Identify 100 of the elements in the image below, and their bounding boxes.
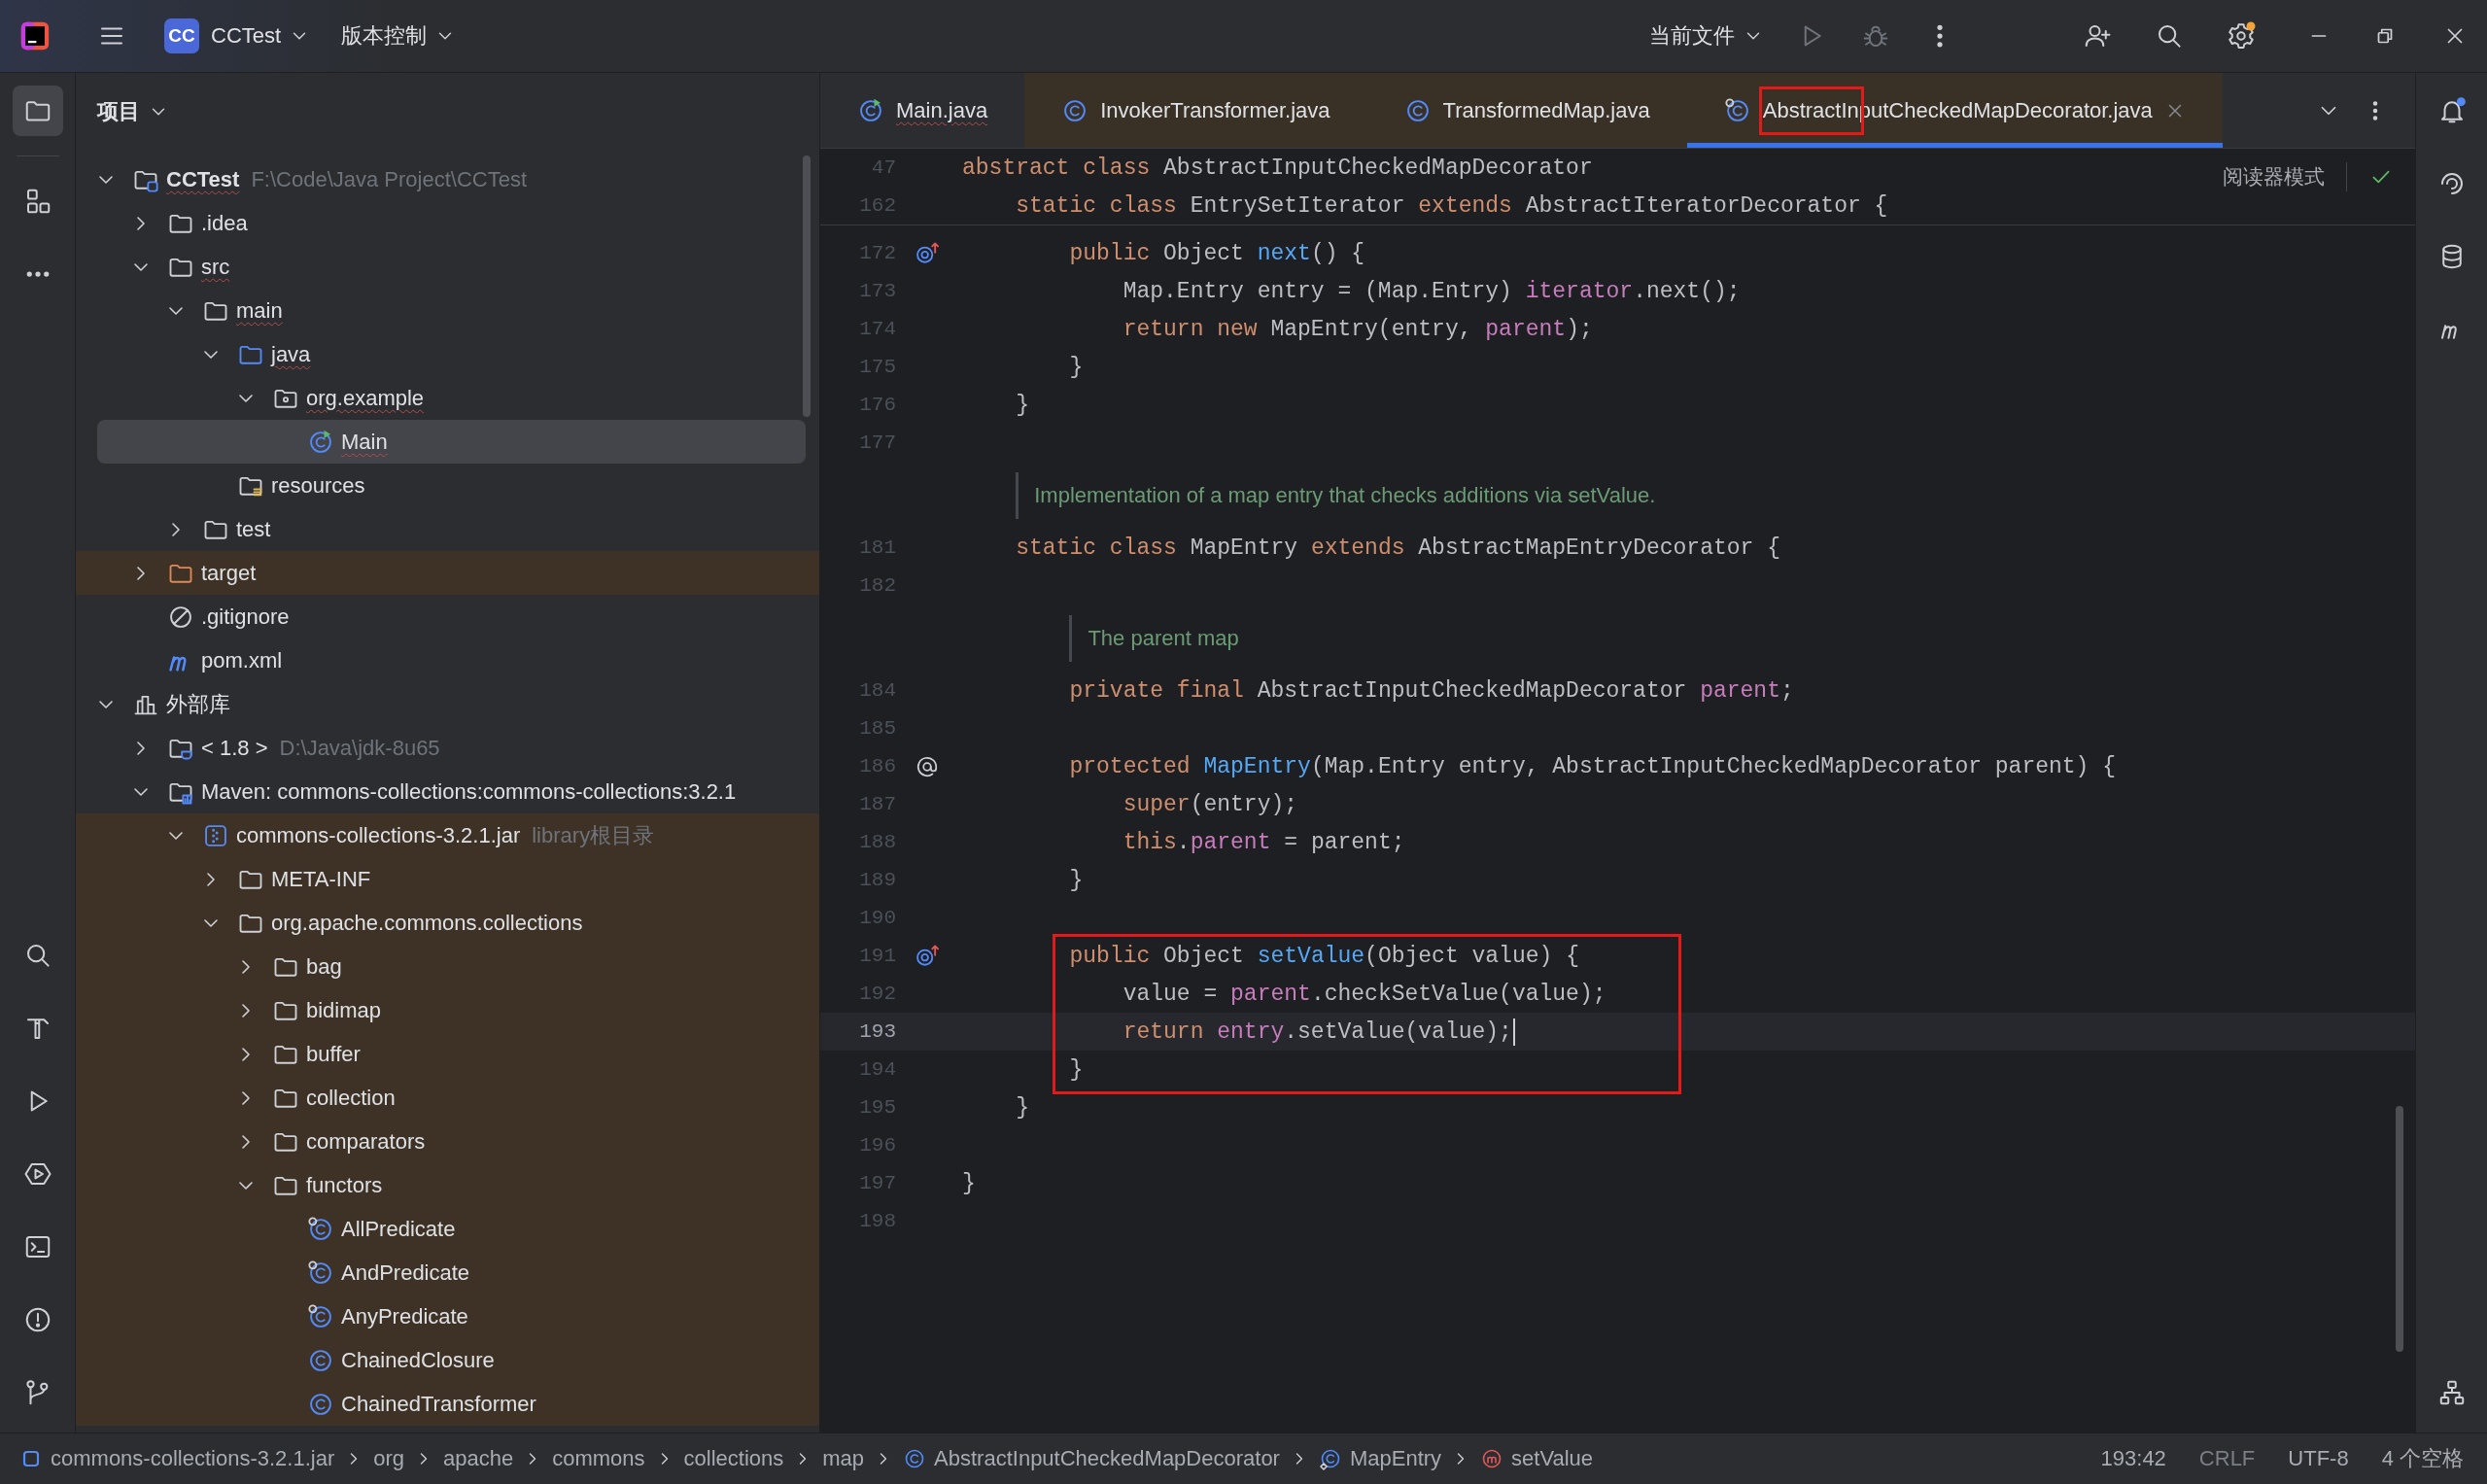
tree-row[interactable]: commons-collections-3.2.1.jar library根目录	[76, 813, 819, 857]
tree-row[interactable]: .idea	[76, 201, 819, 245]
class-icon	[1318, 1447, 1342, 1470]
breadcrumb-item[interactable]: setValue	[1480, 1446, 1594, 1471]
tree-item-label: 外部库	[166, 690, 230, 718]
editor-tab[interactable]: TransformedMap.java	[1366, 73, 1687, 148]
tree-item-label: .gitignore	[201, 604, 290, 630]
tree-item-label: bag	[306, 953, 342, 980]
tree-item-label: functors	[306, 1172, 383, 1198]
file-encoding[interactable]: UTF-8	[2288, 1444, 2349, 1473]
tree-row[interactable]: resources	[76, 464, 819, 507]
cursor-position[interactable]: 193:42	[2100, 1444, 2166, 1473]
breadcrumb-item[interactable]: apache	[443, 1446, 514, 1471]
tree-row[interactable]: functors	[76, 1163, 819, 1207]
tree-row[interactable]: org.example	[76, 376, 819, 420]
class-icon	[857, 96, 884, 124]
reader-mode-button[interactable]: 阅读器模式	[2223, 163, 2325, 190]
tree-row[interactable]: bidimap	[76, 988, 819, 1032]
code-line: }	[961, 1170, 976, 1196]
code-line: private final AbstractInputCheckedMapDecorator parent;	[1068, 677, 1794, 704]
tree-item-label: main	[236, 297, 283, 324]
code-line: }	[1068, 867, 1084, 893]
tree-row[interactable]: src	[76, 245, 819, 289]
tree-item-label: commons-collections-3.2.1.jar	[236, 822, 521, 848]
tree-row[interactable]: AllPredicate	[76, 1207, 819, 1251]
code-line: return entry.setValue(value);	[1122, 1018, 1512, 1045]
breadcrumb-item[interactable]: commons	[552, 1446, 645, 1471]
tree-item-label: buffer	[306, 1041, 361, 1067]
code-line: super(entry);	[1122, 791, 1298, 817]
tree-row[interactable]: test	[76, 507, 819, 551]
tree-item-label: target	[201, 560, 257, 586]
breadcrumb-item[interactable]: collections	[683, 1446, 784, 1471]
tree-row[interactable]: 外部库	[76, 682, 819, 726]
code-line: }	[1015, 1094, 1029, 1121]
run-configuration-menu[interactable]: 当前文件	[1649, 21, 1764, 51]
code-line: public Object next() {	[1068, 240, 1365, 266]
tree-row[interactable]: CCTest F:\Code\Java Project\CCTest	[76, 157, 819, 201]
class-icon	[307, 1215, 334, 1243]
tree-row[interactable]: pom.xml	[76, 638, 819, 682]
tree-item-label: pom.xml	[201, 647, 283, 673]
scrollbar[interactable]	[2396, 1106, 2403, 1352]
code-line: value = parent.checkSetValue(value);	[1122, 981, 1606, 1007]
breadcrumb-item[interactable]: MapEntry	[1318, 1446, 1442, 1471]
code-line: }	[1068, 1056, 1084, 1083]
tree-row[interactable]: target	[76, 551, 819, 595]
tree-row[interactable]: main	[76, 289, 819, 332]
tree-row[interactable]: collection	[76, 1076, 819, 1120]
scrollbar[interactable]	[803, 155, 811, 417]
code-line: Map.Entry entry = (Map.Entry) iterator.next();	[1122, 278, 1741, 304]
tree-row[interactable]: AnyPredicate	[76, 1294, 819, 1338]
tree-item-label: src	[201, 254, 230, 280]
indent-setting[interactable]: 4 个空格	[2381, 1444, 2464, 1473]
tree-row[interactable]: ChainedTransformer	[76, 1382, 819, 1426]
tree-item-label: org.example	[306, 385, 425, 411]
tree-item-label: META-INF	[271, 866, 371, 892]
project-view-menu[interactable]: 项目	[97, 97, 169, 126]
tree-row[interactable]: Main	[97, 420, 806, 464]
tree-item-hint: F:\Code\Java Project\CCTest	[251, 166, 528, 192]
tree-item-label: AndPredicate	[341, 1260, 470, 1286]
tree-row[interactable]: buffer	[76, 1032, 819, 1076]
code-line: abstract class AbstractInputCheckedMapDecorator	[961, 155, 1593, 181]
class-icon	[307, 428, 334, 456]
tree-item-hint: D:\Java\jdk-8u65	[279, 735, 440, 761]
breadcrumb-item[interactable]: map	[822, 1446, 865, 1471]
code-line: static class EntrySetIterator extends AbstractIteratorDecorator {	[1015, 192, 1888, 219]
tree-item-hint: library根目录	[532, 821, 655, 849]
tool-window-button[interactable]	[12, 86, 63, 136]
settings-icon[interactable]	[2227, 21, 2256, 51]
code-line: }	[1068, 354, 1084, 380]
tree-row[interactable]: comparators	[76, 1120, 819, 1163]
tree-row[interactable]: java	[76, 332, 819, 376]
tree-row[interactable]: META-INF	[76, 857, 819, 901]
project-menu[interactable]: CCTest	[211, 23, 311, 49]
editor-tab[interactable]: Main.java	[820, 73, 1025, 148]
code-line: protected MapEntry(Map.Entry entry, AbstractInputCheckedMapDecorator parent) {	[1068, 753, 2116, 779]
tree-item-label: ChainedClosure	[341, 1347, 495, 1373]
class-icon	[1723, 96, 1751, 124]
tree-row[interactable]: org.apache.commons.collections	[76, 901, 819, 945]
tree-row[interactable]: < 1.8 > D:\Java\jdk-8u65	[76, 726, 819, 770]
tree-row[interactable]: Maven: commons-collections:commons-collections:3.2.1	[76, 770, 819, 813]
class-icon	[307, 1302, 334, 1330]
code-line: public Object setValue(Object value) {	[1068, 943, 1579, 969]
tree-item-label: resources	[271, 472, 365, 499]
vcs-menu[interactable]: 版本控制	[341, 21, 457, 51]
breadcrumb-item[interactable]: AbstractInputCheckedMapDecorator	[903, 1446, 1280, 1471]
tree-item-label: collection	[306, 1085, 396, 1111]
class-icon	[307, 1259, 334, 1287]
tree-item-label: comparators	[306, 1128, 426, 1155]
tree-item-label: AnyPredicate	[341, 1303, 468, 1329]
tree-row[interactable]: AndPredicate	[76, 1251, 819, 1294]
breadcrumb-item[interactable]: commons-collections-3.2.1.jar	[19, 1446, 335, 1471]
tree-row[interactable]: bag	[76, 945, 819, 988]
editor-tab[interactable]: InvokerTransformer.java	[1024, 73, 1367, 148]
app-logo-icon[interactable]	[18, 19, 52, 52]
project-badge: CC	[164, 18, 199, 53]
tree-item-label: ChainedTransformer	[341, 1391, 536, 1417]
tree-row[interactable]: .gitignore	[76, 595, 819, 638]
tree-row[interactable]: ChainedClosure	[76, 1338, 819, 1382]
tree-item-label: Main	[341, 429, 388, 455]
breadcrumb-item[interactable]: org	[373, 1446, 405, 1471]
